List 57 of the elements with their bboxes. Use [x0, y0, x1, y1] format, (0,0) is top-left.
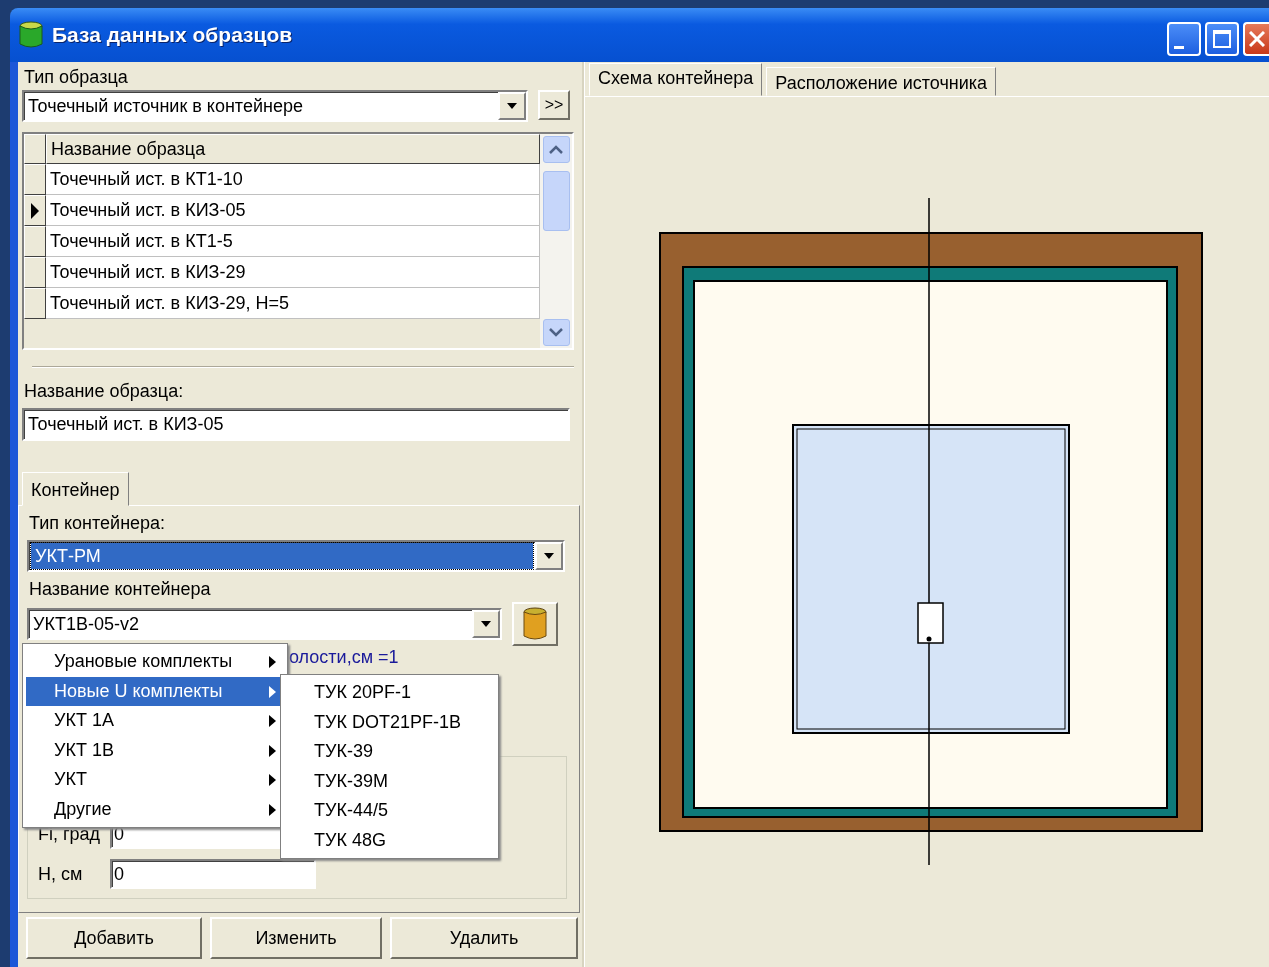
container-name-dropdown[interactable]: УКТ1В-05-v2 [27, 608, 502, 640]
number-field[interactable]: 0 [110, 859, 316, 889]
field-label: Тип контейнера: [28, 512, 167, 534]
action-button[interactable]: Добавить [26, 917, 202, 959]
scroll-up-icon [549, 145, 563, 154]
dropdown-arrow-icon [543, 552, 555, 560]
minimize-icon [1174, 45, 1184, 49]
menu-item[interactable]: ТУК 20PF-1 [284, 678, 495, 708]
submenu-arrow-icon [269, 803, 276, 816]
menu-item[interactable]: ТУК DOT21PF-1B [284, 707, 495, 737]
current-row-icon [30, 201, 40, 220]
field-label: Тип образца [23, 66, 129, 88]
action-button[interactable]: Удалить [390, 917, 578, 959]
submenu-arrow-icon [269, 744, 276, 757]
field-label: H, см [38, 862, 84, 886]
more-button[interactable]: >> [538, 90, 570, 120]
field-label: Название контейнера [28, 578, 212, 600]
submenu-arrow-icon [269, 656, 276, 669]
scroll-down-icon [549, 328, 563, 337]
close-button[interactable] [1243, 22, 1269, 56]
minimize-button[interactable] [1167, 22, 1201, 56]
menu-item[interactable]: Урановые комплекты [26, 647, 284, 677]
submenu-arrow-icon [269, 774, 276, 787]
tab[interactable]: Расположение источника [766, 67, 997, 96]
barrel-icon [520, 606, 550, 642]
scroll-thumb[interactable] [542, 171, 570, 231]
menu-item[interactable]: УКТ 1А [26, 706, 284, 736]
maximize-icon [1213, 30, 1231, 48]
table-cell[interactable]: Точечный ист. в КТ1-10 [46, 164, 540, 195]
barrel-icon [18, 21, 44, 50]
dropdown-arrow-icon [480, 620, 492, 628]
submenu-arrow-icon [269, 715, 276, 728]
table-cell[interactable]: Точечный ист. в КТ1-5 [46, 226, 540, 257]
dropdown-arrow-icon [506, 102, 518, 110]
tab[interactable]: Схема контейнера [589, 63, 763, 96]
scrollbar[interactable] [540, 134, 572, 348]
container-button[interactable] [512, 602, 558, 646]
container-type-dropdown[interactable]: УКТ-РМ [27, 540, 565, 572]
table-cell[interactable]: Точечный ист. в КИЗ-29 [46, 257, 540, 288]
sample-type-dropdown[interactable]: Точечный источник в контейнере [22, 90, 528, 122]
column-header[interactable]: Название образца [46, 134, 540, 164]
window-title: База данных образцов [52, 22, 293, 49]
menu-item[interactable]: УКТ 1В [26, 735, 284, 765]
sample-name-field[interactable]: Точечный ист. в КИЗ-05 [22, 408, 570, 441]
table-cell[interactable]: Точечный ист. в КИЗ-05 [46, 195, 540, 226]
menu-item[interactable]: УКТ [26, 765, 284, 795]
cavity-label: олости,см =1 [289, 646, 400, 668]
submenu-arrow-icon [269, 685, 276, 698]
table-cell[interactable]: Точечный ист. в КИЗ-29, H=5 [46, 288, 540, 319]
menu-item[interactable]: ТУК-39M [284, 766, 495, 796]
source-marker [917, 602, 944, 644]
field-label: Название образца: [23, 380, 185, 402]
menu-item[interactable]: ТУК-39 [284, 737, 495, 767]
maximize-button[interactable] [1205, 22, 1239, 56]
tab[interactable]: Контейнер [22, 472, 129, 506]
close-icon [1249, 31, 1265, 47]
action-button[interactable]: Изменить [210, 917, 382, 959]
